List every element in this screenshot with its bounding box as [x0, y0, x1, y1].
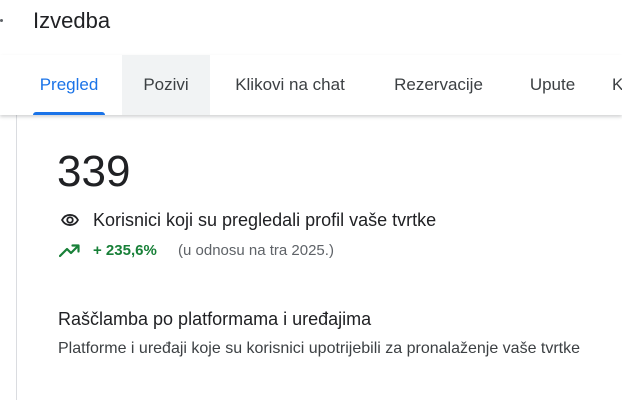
trending-up-icon: [59, 244, 80, 258]
tab-bar: Pregled Pozivi Klikovi na chat Rezervaci…: [0, 55, 622, 115]
panel-divider: [16, 115, 17, 400]
metric-label: Korisnici koji su pregledali profil vaše…: [93, 210, 437, 230]
eye-icon: [61, 214, 79, 226]
tab-label: Upute: [529, 75, 576, 94]
breakdown-title: Raščlamba po platformama i uređajima: [58, 309, 372, 329]
tab-pregled[interactable]: Pregled: [29, 55, 109, 115]
tab-klikovi-na-chat[interactable]: Klikovi na chat: [222, 55, 358, 115]
tab-rezervacije[interactable]: Rezervacije: [382, 55, 495, 115]
metric-comparison: (u odnosu na tra 2025.): [178, 242, 334, 259]
tab-k-partial[interactable]: K: [612, 55, 622, 115]
tab-label: Klikovi na chat: [235, 75, 345, 94]
tab-label: Rezervacije: [394, 75, 483, 94]
metric-change: + 235,6%: [93, 242, 157, 259]
tab-upute[interactable]: Upute: [519, 55, 586, 115]
tab-label: Pozivi: [143, 75, 189, 94]
breakdown-description: Platforme i uređaji koje su korisnici up…: [58, 340, 581, 357]
page-title: Izvedba: [33, 8, 111, 33]
tab-pozivi[interactable]: Pozivi: [122, 55, 210, 115]
metric-value: 339: [57, 147, 131, 196]
tab-label: K: [612, 75, 622, 94]
overview-panel: 339 Korisnici koji su pregledali profil …: [0, 115, 622, 400]
menu-dot-icon[interactable]: [0, 19, 3, 22]
header: Izvedba: [0, 0, 622, 44]
performance-page: Izvedba Pregled Pozivi Klikovi na chat R…: [0, 0, 622, 400]
tab-label: Pregled: [39, 75, 99, 94]
